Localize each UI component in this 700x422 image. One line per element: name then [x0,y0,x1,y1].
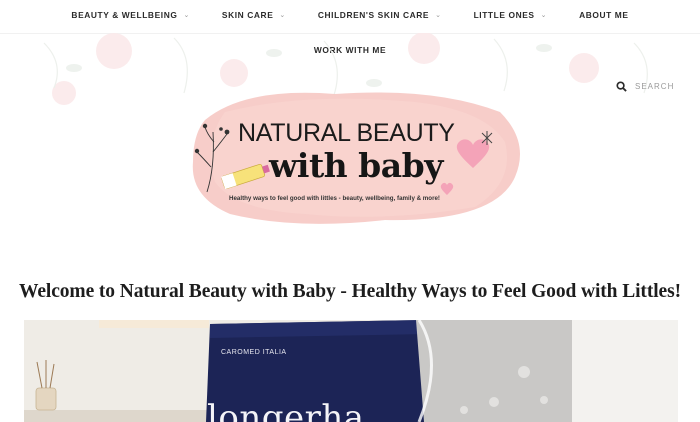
search-label: SEARCH [635,82,675,91]
search-button[interactable]: SEARCH [616,81,674,92]
chevron-down-icon: ⌄ [435,12,442,19]
nav-item-skin-care[interactable]: SKIN CARE ⌄ [222,10,286,20]
page-title: Welcome to Natural Beauty with Baby - He… [19,281,681,302]
featured-image[interactable]: CAROMED ITALIA longerha [24,320,678,422]
chevron-down-icon: ⌄ [183,12,190,19]
logo-title-line2: with baby [269,146,443,185]
nav-item-childrens-skin-care[interactable]: CHILDREN'S SKIN CARE ⌄ [318,10,442,20]
chevron-down-icon: ⌄ [540,12,548,19]
nav-item-label: ABOUT ME [579,10,629,20]
chevron-down-icon: ⌄ [279,12,286,19]
nav-item-little-ones[interactable]: LITTLE ONES ⌄ [474,10,548,20]
site-logo[interactable]: NATURAL BEAUTY with baby Healthy ways to… [185,82,525,232]
product-brand: CAROMED ITALIA [221,349,287,356]
product-name: longerha [207,398,365,422]
nav-item-beauty-wellbeing[interactable]: BEAUTY & WELLBEING ⌄ [71,10,190,20]
nav-row-primary: BEAUTY & WELLBEING ⌄ SKIN CARE ⌄ CHILDRE… [0,10,700,20]
logo-tagline: Healthy ways to feel good with littles -… [229,195,440,202]
nav-item-label: BEAUTY & WELLBEING [71,10,178,20]
search-icon [616,81,627,92]
nav-item-label: CHILDREN'S SKIN CARE [317,10,430,20]
logo-title-line1: NATURAL BEAUTY [238,119,455,147]
nav-item-about-me[interactable]: ABOUT ME [579,10,628,20]
nav-item-label: SKIN CARE [221,10,274,20]
nav-item-label: LITTLE ONES [473,10,535,20]
